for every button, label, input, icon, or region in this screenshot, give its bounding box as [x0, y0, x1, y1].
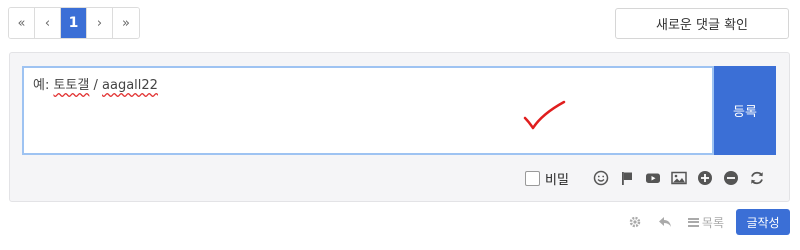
comment-input[interactable]: 예: 토토갤 / aagall22 [22, 66, 714, 155]
plus-icon[interactable] [697, 170, 713, 186]
flag-icon[interactable] [619, 170, 635, 186]
pagination: « ‹ 1 › » [8, 7, 140, 39]
write-post-button[interactable]: 글작성 [736, 209, 790, 235]
comment-panel: 예: 토토갤 / aagall22 등록 비밀 [9, 52, 790, 202]
comment-text-separator: / [89, 78, 103, 93]
comment-text-word-2: aagall22 [102, 78, 158, 93]
submit-comment-button[interactable]: 등록 [714, 66, 776, 155]
first-page-button[interactable]: « [9, 8, 35, 38]
next-page-button[interactable]: › [87, 8, 113, 38]
comment-text-prefix: 예: [33, 78, 54, 93]
list-icon [687, 217, 699, 227]
reply-icon[interactable] [658, 215, 672, 229]
secret-label: 비밀 [545, 172, 569, 188]
last-page-button[interactable]: » [113, 8, 139, 38]
secret-checkbox[interactable] [525, 170, 540, 186]
page-1-button[interactable]: 1 [61, 8, 87, 38]
new-comments-button[interactable]: 새로운 댓글 확인 [615, 8, 789, 39]
youtube-icon[interactable] [645, 170, 661, 186]
list-label: 목록 [701, 215, 724, 230]
image-icon[interactable] [671, 170, 687, 186]
comment-toolbar: 비밀 [525, 168, 765, 188]
minus-icon[interactable] [723, 170, 739, 186]
list-link[interactable]: 목록 [687, 214, 724, 231]
refresh-icon[interactable] [749, 170, 765, 186]
comment-text-word-1: 토토갤 [53, 78, 90, 93]
gear-icon[interactable] [628, 215, 642, 229]
emoji-icon[interactable] [593, 170, 609, 186]
prev-page-button[interactable]: ‹ [35, 8, 61, 38]
bottom-actions: 목록 글작성 [628, 209, 790, 235]
